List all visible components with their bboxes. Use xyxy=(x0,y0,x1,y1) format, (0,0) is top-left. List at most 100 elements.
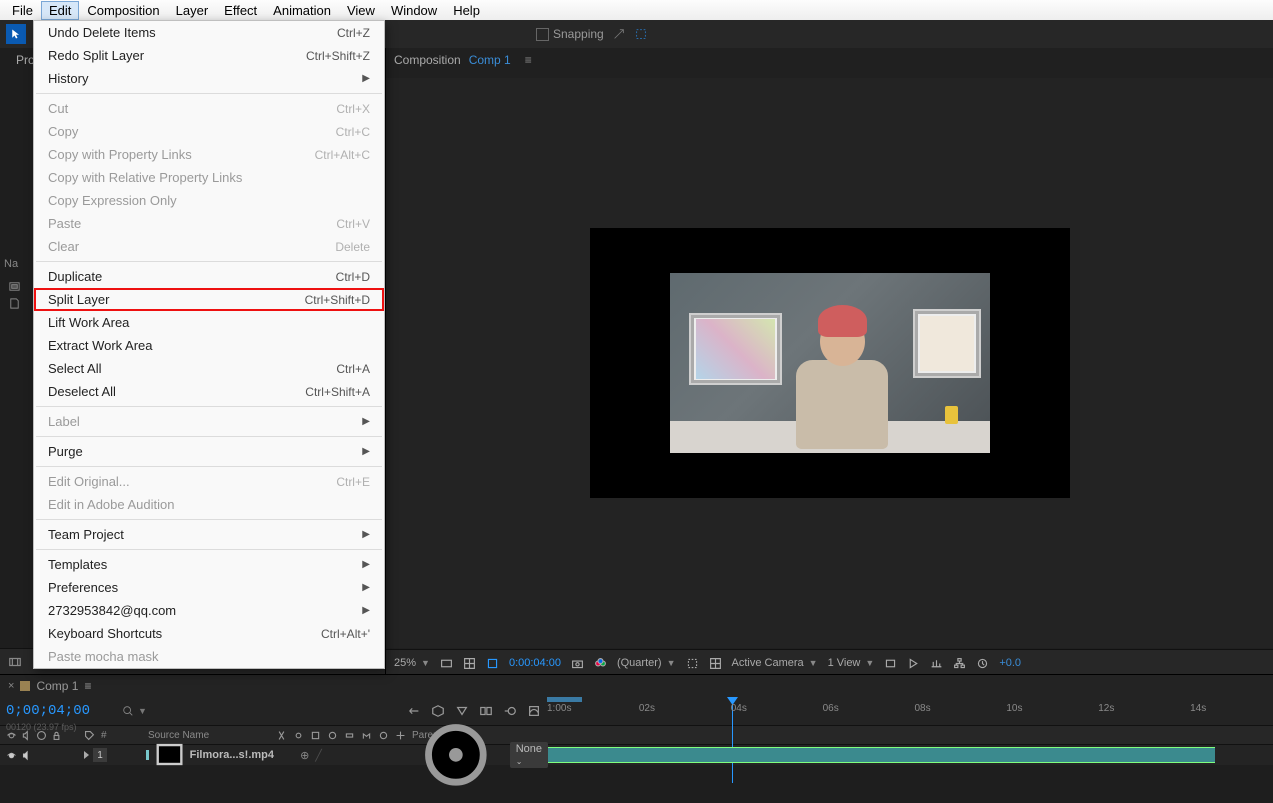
exposure-value[interactable]: +0.0 xyxy=(999,657,1021,669)
mask-toggle-icon[interactable] xyxy=(486,657,499,670)
layer-name[interactable]: Filmora...s!.mp4 xyxy=(190,749,274,761)
graph-editor-icon[interactable] xyxy=(527,704,541,718)
menu-item-redo-split-layer[interactable]: Redo Split LayerCtrl+Shift+Z xyxy=(34,44,384,67)
menu-help[interactable]: Help xyxy=(445,1,488,20)
resolution-dropdown[interactable]: (Quarter)▼ xyxy=(617,657,676,669)
timeline-tab[interactable]: Comp 1 xyxy=(36,679,78,693)
ruler-tick: 04s xyxy=(731,703,747,714)
menu-item-undo-delete-items[interactable]: Undo Delete ItemsCtrl+Z xyxy=(34,21,384,44)
menu-item-2732953842-qq-com[interactable]: 2732953842@qq.com▶ xyxy=(34,599,384,622)
menu-view[interactable]: View xyxy=(339,1,383,20)
expand-layer-icon[interactable] xyxy=(84,751,89,759)
grid-icon[interactable] xyxy=(463,657,476,670)
project-item[interactable] xyxy=(8,278,21,295)
menu-item-history[interactable]: History▶ xyxy=(34,67,384,90)
zoom-dropdown[interactable]: 25%▼ xyxy=(394,657,430,669)
pickwhip-icon[interactable] xyxy=(408,707,504,803)
menu-item-copy-with-property-links: Copy with Property LinksCtrl+Alt+C xyxy=(34,143,384,166)
label-header-icon[interactable] xyxy=(84,730,95,741)
visibility-toggle-icon[interactable] xyxy=(6,750,17,761)
snap-bounds-icon[interactable] xyxy=(634,27,648,41)
menu-item-lift-work-area[interactable]: Lift Work Area xyxy=(34,311,384,334)
composition-footer: 25%▼ 0:00:04:00 (Quarter)▼ Active Camera… xyxy=(386,649,1273,676)
channel-icon[interactable] xyxy=(594,657,607,670)
submenu-arrow-icon: ▶ xyxy=(362,559,370,570)
menu-item-keyboard-shortcuts[interactable]: Keyboard ShortcutsCtrl+Alt+' xyxy=(34,622,384,645)
ruler-tick: 1:00s xyxy=(547,703,571,714)
menu-animation[interactable]: Animation xyxy=(265,1,339,20)
project-item[interactable] xyxy=(8,295,21,312)
ruler-tick: 10s xyxy=(1006,703,1022,714)
menu-composition[interactable]: Composition xyxy=(79,1,167,20)
parent-dropdown[interactable]: None ⌄ xyxy=(510,742,548,768)
camera-dropdown[interactable]: Active Camera▼ xyxy=(732,657,818,669)
menu-item-templates[interactable]: Templates▶ xyxy=(34,553,384,576)
submenu-arrow-icon: ▶ xyxy=(362,529,370,540)
video-preview xyxy=(590,228,1070,498)
audio-toggle-icon[interactable] xyxy=(21,750,32,761)
menu-file[interactable]: File xyxy=(4,1,41,20)
selection-tool-button[interactable] xyxy=(6,24,26,44)
menu-separator xyxy=(36,406,382,407)
comp-color-badge xyxy=(20,681,30,691)
motion-blur-icon[interactable] xyxy=(503,704,517,718)
resolution-icon[interactable] xyxy=(440,657,453,670)
submenu-arrow-icon: ▶ xyxy=(362,73,370,84)
comp-mini-flowchart-icon[interactable] xyxy=(407,704,421,718)
menu-edit[interactable]: Edit xyxy=(41,1,79,20)
menu-separator xyxy=(36,261,382,262)
menu-item-edit-original: Edit Original...Ctrl+E xyxy=(34,470,384,493)
snap-expand-icon[interactable] xyxy=(612,27,626,41)
menu-window[interactable]: Window xyxy=(383,1,445,20)
flowchart-icon[interactable] xyxy=(953,657,966,670)
snapshot-icon[interactable] xyxy=(571,657,584,670)
timeline-layer-row[interactable]: 1 Filmora...s!.mp4 ⊕ ╱ None ⌄ xyxy=(0,745,1273,765)
layer-switch[interactable]: ⊕ xyxy=(300,749,309,762)
menu-item-paste: PasteCtrl+V xyxy=(34,212,384,235)
panel-menu-icon[interactable]: ≡ xyxy=(84,679,91,693)
layer-track[interactable] xyxy=(548,745,1273,765)
views-dropdown[interactable]: 1 View▼ xyxy=(828,657,875,669)
ruler-tick: 12s xyxy=(1098,703,1114,714)
timeline-current-time[interactable]: 0;00;04;00 xyxy=(6,704,90,718)
work-area-bar[interactable] xyxy=(547,697,582,702)
menu-layer[interactable]: Layer xyxy=(168,1,217,20)
interpret-footage-icon[interactable] xyxy=(8,655,22,669)
menu-item-select-all[interactable]: Select AllCtrl+A xyxy=(34,357,384,380)
submenu-arrow-icon: ▶ xyxy=(362,582,370,593)
menu-item-team-project[interactable]: Team Project▶ xyxy=(34,523,384,546)
layer-switch[interactable]: ╱ xyxy=(315,749,322,762)
frame-blend-icon[interactable] xyxy=(479,704,493,718)
shy-icon[interactable] xyxy=(455,704,469,718)
fast-preview-icon[interactable] xyxy=(907,657,920,670)
draft3d-icon[interactable] xyxy=(431,704,445,718)
current-time-display[interactable]: 0:00:04:00 xyxy=(509,657,561,669)
snapping-checkbox[interactable] xyxy=(536,28,549,41)
ruler-tick: 14s xyxy=(1190,703,1206,714)
close-tab-icon[interactable]: × xyxy=(8,680,14,692)
menu-item-deselect-all[interactable]: Deselect AllCtrl+Shift+A xyxy=(34,380,384,403)
timeline-ruler[interactable]: 1:00s02s04s06s08s10s12s14s16s xyxy=(547,697,1273,725)
ruler-tick: 08s xyxy=(915,703,931,714)
timeline-panel: × Comp 1 ≡ 0;00;04;00 00120 (23.97 fps) … xyxy=(0,674,1273,780)
video-file-icon xyxy=(153,738,186,771)
composition-viewer[interactable] xyxy=(386,78,1273,648)
timeline-icon[interactable] xyxy=(930,657,943,670)
menu-item-purge[interactable]: Purge▶ xyxy=(34,440,384,463)
pixel-aspect-icon[interactable] xyxy=(884,657,897,670)
menu-effect[interactable]: Effect xyxy=(216,1,265,20)
timeline-search[interactable]: ▼ xyxy=(122,705,147,717)
panel-menu-icon[interactable]: ≡ xyxy=(525,53,532,67)
transparency-grid-icon[interactable] xyxy=(709,657,722,670)
roi-icon[interactable] xyxy=(686,657,699,670)
menu-item-label: Label▶ xyxy=(34,410,384,433)
menu-item-duplicate[interactable]: DuplicateCtrl+D xyxy=(34,265,384,288)
layer-color-swatch[interactable] xyxy=(146,750,149,760)
menu-item-split-layer[interactable]: Split LayerCtrl+Shift+D xyxy=(34,288,384,311)
composition-name-link[interactable]: Comp 1 xyxy=(469,53,511,67)
menu-item-clear: ClearDelete xyxy=(34,235,384,258)
exposure-reset-icon[interactable] xyxy=(976,657,989,670)
menu-item-preferences[interactable]: Preferences▶ xyxy=(34,576,384,599)
layer-clip[interactable] xyxy=(548,747,1215,763)
menu-item-extract-work-area[interactable]: Extract Work Area xyxy=(34,334,384,357)
